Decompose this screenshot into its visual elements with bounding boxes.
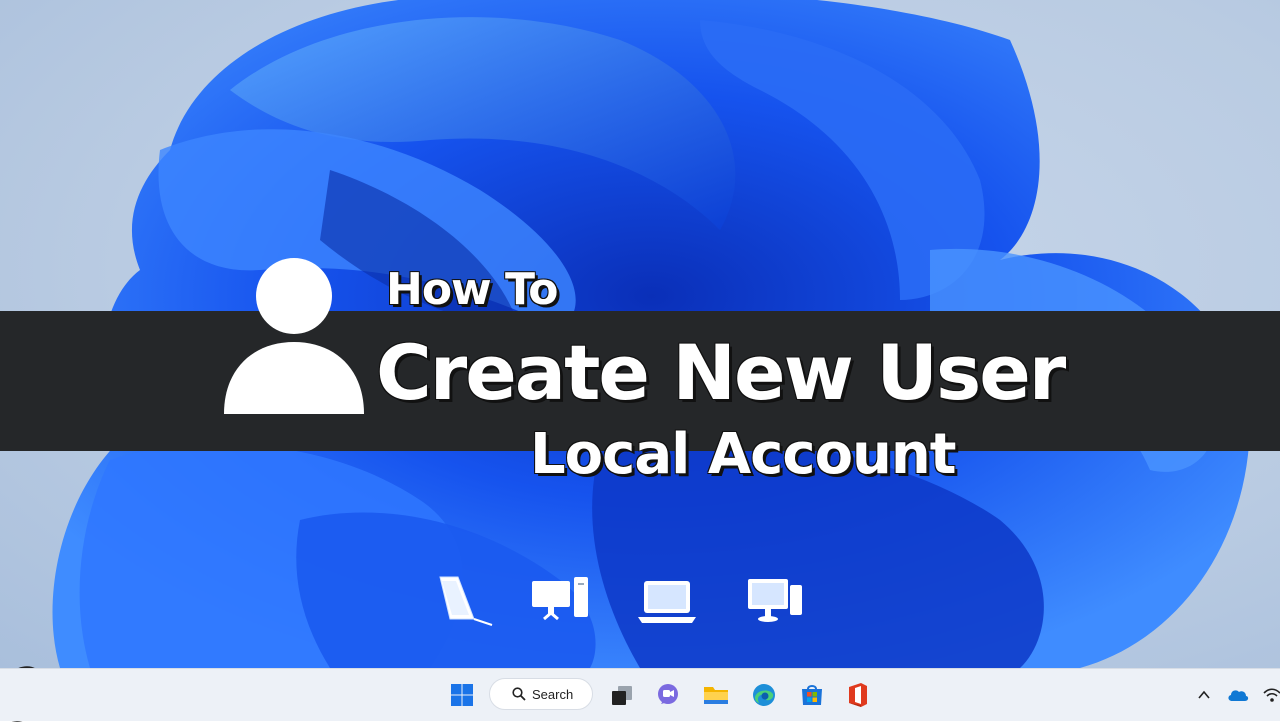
office-button[interactable] — [842, 679, 874, 711]
office-icon — [849, 683, 867, 707]
file-explorer-icon — [704, 687, 728, 704]
chevron-up-icon — [1198, 690, 1210, 699]
edge-button[interactable] — [748, 679, 780, 711]
store-button[interactable] — [796, 679, 828, 711]
desktop-pc-icon — [748, 579, 802, 622]
title-create-new-user: Create New User — [376, 328, 1066, 417]
file-explorer-button[interactable] — [700, 679, 732, 711]
user-icon — [224, 258, 364, 414]
onedrive-button[interactable] — [1226, 683, 1250, 707]
search-box[interactable]: Search — [489, 678, 593, 710]
wifi-button[interactable] — [1260, 683, 1280, 707]
teams-chat-button[interactable] — [652, 679, 684, 711]
search-icon — [512, 687, 526, 701]
start-icon — [451, 684, 473, 706]
start-button[interactable] — [446, 679, 478, 711]
task-view-icon — [612, 686, 632, 705]
show-hidden-icons-button[interactable] — [1192, 683, 1216, 707]
title-how-to: How To — [386, 264, 558, 315]
wifi-icon — [1263, 688, 1280, 702]
search-label: Search — [532, 686, 574, 702]
store-icon — [802, 685, 822, 705]
tablet-icon — [439, 576, 493, 626]
laptop-icon — [638, 581, 696, 623]
desktop-wallpaper: How To Create New User Local Account — [0, 0, 1280, 668]
title-local-account: Local Account — [530, 422, 957, 487]
desktop-tower-icon — [532, 577, 588, 621]
teams-chat-icon — [658, 684, 678, 704]
task-view-button[interactable] — [606, 679, 638, 711]
taskbar: Search — [0, 668, 1280, 721]
onedrive-icon — [1228, 690, 1249, 701]
edge-icon — [753, 684, 775, 706]
